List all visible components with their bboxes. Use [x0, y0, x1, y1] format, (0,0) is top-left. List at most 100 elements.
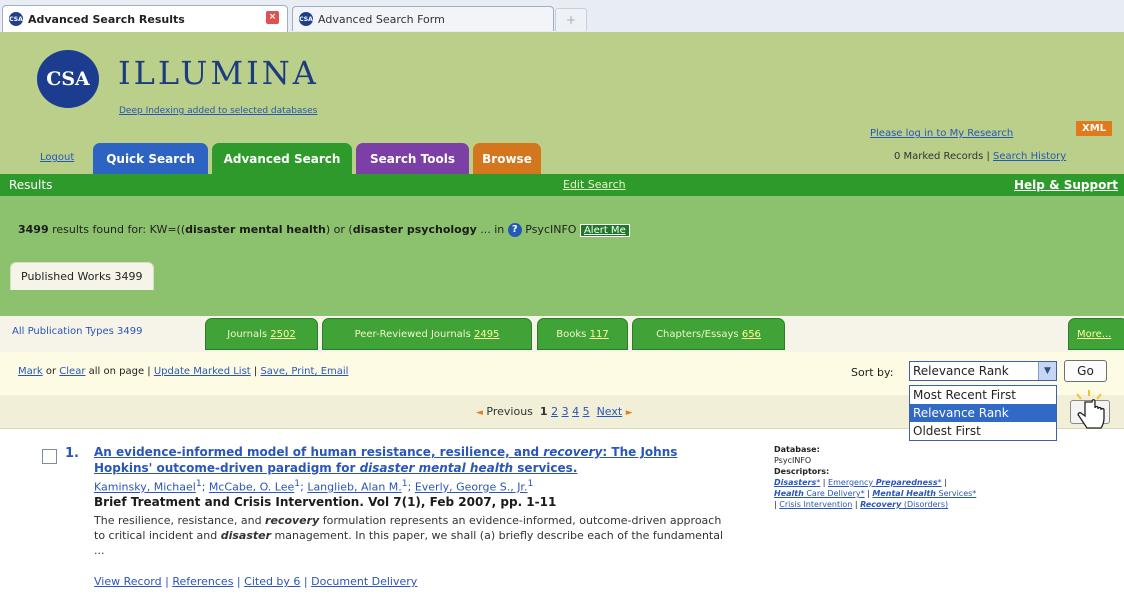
new-tab-button[interactable]: +	[555, 8, 587, 31]
sort-option-oldest[interactable]: Oldest First	[910, 422, 1056, 440]
books-count-link[interactable]: 117	[590, 329, 609, 340]
csa-favicon-icon: CSA	[299, 12, 313, 26]
more-link[interactable]: More...	[1077, 329, 1111, 340]
or-text: or	[45, 366, 57, 377]
books-label: Books	[556, 328, 587, 340]
sort-option-most-recent[interactable]: Most Recent First	[910, 386, 1056, 404]
csa-favicon-icon: CSA	[9, 12, 23, 26]
tab-published-works[interactable]: Published Works 3499	[10, 262, 154, 290]
query-joiner: ) or (	[325, 223, 353, 236]
page-link[interactable]: 3	[562, 405, 569, 418]
journals-count-link[interactable]: 2502	[270, 329, 295, 340]
browser-tab-results[interactable]: CSA Advanced Search Results ×	[2, 5, 288, 32]
author-link[interactable]: McCabe, O. Lee	[209, 481, 294, 494]
tab-all-publication-types[interactable]: All Publication Types 3499	[12, 326, 142, 337]
results-bar: Results Edit Search Help & Support	[0, 174, 1124, 196]
query-prefix: KW=((	[149, 223, 186, 236]
view-record-link[interactable]: View Record	[94, 575, 162, 588]
clear-link[interactable]: Clear	[59, 366, 85, 377]
descriptor-text: Preparedness	[875, 478, 938, 487]
chapters-count-link[interactable]: 656	[742, 329, 761, 340]
tagline-link[interactable]: Deep Indexing added to selected database…	[119, 106, 317, 116]
chapters-label: Chapters/Essays	[656, 328, 739, 340]
tab-chapters-essays[interactable]: Chapters/Essays 656	[632, 318, 785, 350]
abstract-part: The resilience, resistance, and	[94, 514, 266, 527]
previous-label: Previous	[486, 405, 533, 418]
peer-reviewed-count-link[interactable]: 2495	[474, 329, 499, 340]
tab-browse[interactable]: Browse	[473, 143, 541, 174]
author-link[interactable]: Kaminsky, Michael	[94, 481, 196, 494]
tab-quick-search[interactable]: Quick Search	[93, 143, 208, 174]
browser-tab-form[interactable]: CSA Advanced Search Form	[292, 6, 554, 31]
author-sup: 1	[527, 478, 534, 489]
tab-books[interactable]: Books 117	[537, 318, 628, 350]
result-title-link[interactable]: An evidence-informed model of human resi…	[94, 444, 734, 476]
page-current: 1	[539, 405, 548, 418]
journals-label: Journals	[227, 328, 268, 340]
help-support-link[interactable]: Help & Support	[1014, 178, 1118, 192]
update-marked-list-link[interactable]: Update Marked List	[154, 366, 251, 377]
site-header: CSA ILLUMINA Deep Indexing added to sele…	[0, 32, 1124, 175]
search-history-link[interactable]: Search History	[993, 151, 1066, 162]
logout-link[interactable]: Logout	[40, 152, 74, 163]
title-part: services.	[513, 461, 578, 475]
result-item: 1. An evidence-informed model of human r…	[0, 429, 1124, 606]
alert-me-button[interactable]: Alert Me	[579, 224, 630, 237]
star: *	[860, 489, 865, 498]
mark-link[interactable]: Mark	[18, 366, 43, 377]
login-link[interactable]: Please log in to My Research	[870, 128, 1013, 139]
result-checkbox[interactable]	[42, 449, 57, 464]
descriptor-link[interactable]: Recovery (Disorders)	[860, 500, 948, 509]
tab-peer-reviewed-journals[interactable]: Peer-Reviewed Journals 2495	[322, 318, 532, 350]
edit-search-link[interactable]: Edit Search	[563, 178, 626, 191]
star: *	[972, 489, 977, 498]
descriptor-link[interactable]: Mental Health Services*	[872, 489, 976, 498]
page-link[interactable]: 5	[583, 405, 590, 418]
close-tab-icon[interactable]: ×	[266, 11, 279, 24]
tab-more[interactable]: More...	[1068, 318, 1124, 350]
tab-search-tools[interactable]: Search Tools	[356, 143, 469, 174]
cited-by-link[interactable]: Cited by 6	[244, 575, 300, 588]
author-sup: 1	[294, 478, 301, 489]
xml-badge[interactable]: XML	[1076, 121, 1113, 136]
title-highlight: recovery	[543, 445, 603, 459]
descriptor-text: Disasters	[774, 478, 817, 487]
csa-logo: CSA	[37, 50, 99, 108]
database-value: PsycINFO	[774, 456, 812, 465]
next-link[interactable]: Next	[597, 405, 623, 418]
tab-advanced-search[interactable]: Advanced Search	[212, 143, 352, 175]
descriptor-text: Recovery	[860, 500, 902, 509]
results-found-text: results found for:	[52, 223, 147, 236]
sort-by-label: Sort by:	[851, 366, 894, 379]
help-icon[interactable]: ?	[507, 223, 522, 237]
descriptor-link[interactable]: Health Care Delivery*	[774, 489, 865, 498]
sort-select[interactable]: Relevance Rank ▼	[909, 361, 1057, 381]
author-link[interactable]: Everly, George S., Jr.	[415, 481, 528, 494]
save-print-email-link[interactable]: Save, Print, Email	[260, 366, 348, 377]
page-link[interactable]: 4	[572, 405, 579, 418]
browser-tab-bar: CSA Advanced Search Results × CSA Advanc…	[0, 0, 1124, 33]
sort-option-relevance[interactable]: Relevance Rank	[910, 404, 1056, 422]
descriptor-link[interactable]: Disasters*	[774, 478, 820, 487]
star: *	[816, 478, 821, 487]
brand-title: ILLUMINA	[118, 54, 319, 92]
descriptor-text: Health	[774, 489, 804, 498]
abstract-highlight: disaster	[220, 529, 272, 542]
results-summary: 3499 results found for: KW=((disaster me…	[18, 223, 630, 237]
chevron-down-icon[interactable]: ▼	[1038, 362, 1056, 380]
mark-actions: Mark or Clear all on page | Update Marke…	[18, 366, 348, 377]
all-on-page-text: all on page |	[88, 366, 151, 377]
hand-pointer-icon	[1076, 390, 1105, 429]
document-delivery-link[interactable]: Document Delivery	[311, 575, 417, 588]
go-button[interactable]: Go	[1064, 360, 1107, 382]
tab-journals[interactable]: Journals 2502	[205, 318, 318, 350]
title-part: An evidence-informed model of human resi…	[94, 445, 544, 459]
descriptor-link[interactable]: Emergency Preparedness*	[828, 478, 942, 487]
references-link[interactable]: References	[172, 575, 233, 588]
results-count: 3499	[18, 223, 49, 236]
page-link[interactable]: 2	[551, 405, 558, 418]
author-link[interactable]: Langlieb, Alan M.	[307, 481, 401, 494]
abstract-highlight: recovery	[265, 514, 320, 527]
descriptor-link[interactable]: Crisis Intervention	[779, 500, 852, 509]
descriptors-label: Descriptors:	[774, 467, 830, 476]
